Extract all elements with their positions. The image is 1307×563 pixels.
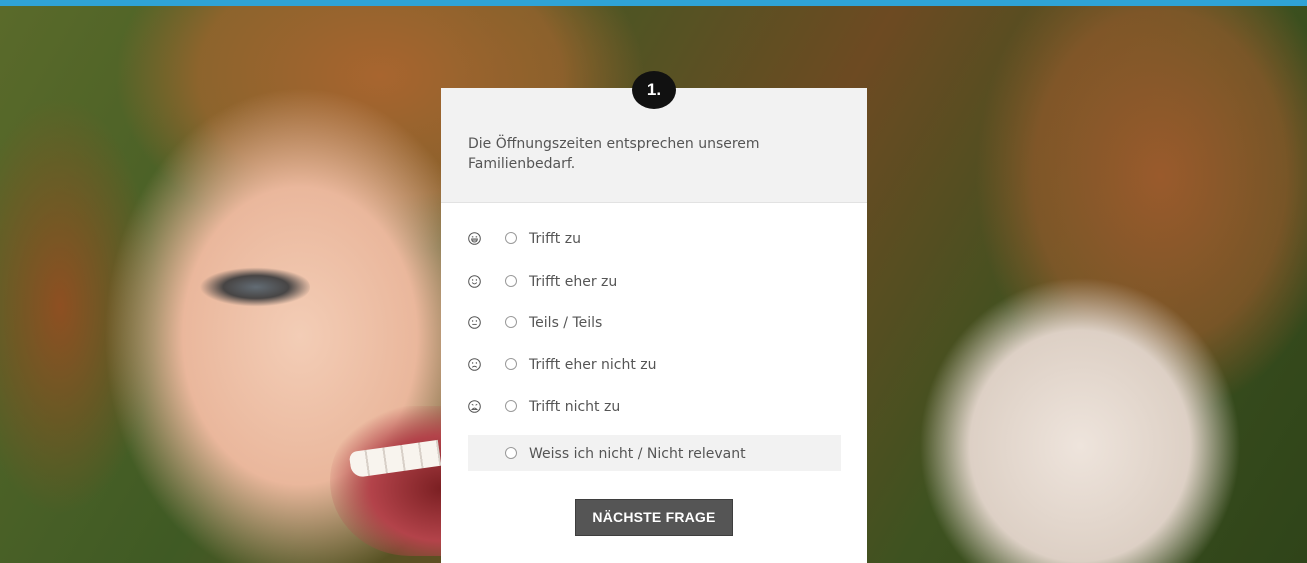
very-happy-face-icon — [468, 232, 481, 245]
question-text: Die Öffnungszeiten entsprechen unserem F… — [468, 136, 760, 172]
option-radio[interactable] — [505, 400, 517, 412]
option-label: Trifft nicht zu — [529, 399, 621, 415]
option-radio[interactable] — [505, 447, 517, 459]
option-teils-teils[interactable]: Teils / Teils — [468, 306, 841, 340]
photo-detail-eye — [190, 264, 310, 310]
option-label: Teils / Teils — [529, 315, 603, 331]
option-trifft-eher-zu[interactable]: Trifft eher zu — [468, 265, 841, 299]
option-radio[interactable] — [505, 358, 517, 370]
option-trifft-eher-nicht-zu[interactable]: Trifft eher nicht zu — [468, 348, 841, 382]
happy-face-icon — [468, 275, 481, 288]
option-radio[interactable] — [505, 232, 517, 244]
question-header: 1. Die Öffnungszeiten entsprechen unsere… — [441, 71, 867, 203]
option-weiss-ich-nicht[interactable]: Weiss ich nicht / Nicht relevant — [468, 435, 841, 471]
option-radio[interactable] — [505, 275, 517, 287]
option-trifft-zu[interactable]: Trifft zu — [468, 222, 841, 256]
neutral-face-icon — [468, 316, 481, 329]
survey-card: 1. Die Öffnungszeiten entsprechen unsere… — [441, 71, 867, 563]
option-label: Trifft eher nicht zu — [529, 357, 657, 373]
very-sad-face-icon — [468, 400, 481, 413]
option-trifft-nicht-zu[interactable]: Trifft nicht zu — [468, 390, 841, 424]
option-label: Weiss ich nicht / Nicht relevant — [529, 446, 746, 462]
next-question-button[interactable]: NÄCHSTE FRAGE — [575, 499, 733, 536]
top-accent-bar — [0, 0, 1307, 6]
question-number-badge: 1. — [632, 71, 676, 109]
option-label: Trifft zu — [529, 231, 581, 247]
option-radio[interactable] — [505, 316, 517, 328]
option-label: Trifft eher zu — [529, 274, 618, 290]
survey-page: 1. Die Öffnungszeiten entsprechen unsere… — [0, 0, 1307, 563]
sad-face-icon — [468, 358, 481, 371]
